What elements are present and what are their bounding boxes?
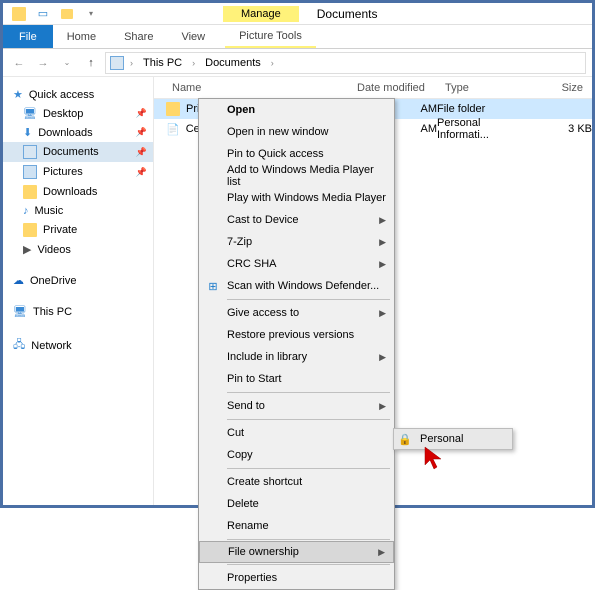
forward-button: → — [33, 53, 53, 73]
sidebar-item-videos[interactable]: ▶Videos — [3, 240, 153, 259]
menu-crc-sha[interactable]: CRC SHA▶ — [199, 253, 394, 275]
sidebar-item-documents[interactable]: Documents📌 — [3, 142, 153, 162]
download-icon: ⬇ — [23, 126, 32, 139]
menu-7zip[interactable]: 7-Zip▶ — [199, 231, 394, 253]
pin-icon: 📌 — [136, 147, 147, 158]
pin-icon: 📌 — [136, 108, 147, 119]
location-icon — [110, 56, 124, 70]
menu-create-shortcut[interactable]: Create shortcut — [199, 471, 394, 493]
folder-icon — [166, 102, 180, 116]
music-icon: ♪ — [23, 205, 29, 217]
chevron-right-icon: ▶ — [379, 259, 386, 270]
recent-dropdown[interactable]: ⌄ — [57, 53, 77, 73]
sidebar-network[interactable]: 🖧Network — [3, 333, 153, 358]
star-icon: ★ — [13, 88, 23, 101]
sidebar-item-music[interactable]: ♪Music — [3, 202, 153, 220]
menu-pin-start[interactable]: Pin to Start — [199, 368, 394, 390]
column-type[interactable]: Type — [437, 82, 532, 94]
menu-pin-quick-access[interactable]: Pin to Quick access — [199, 143, 394, 165]
sidebar-this-pc[interactable]: 🖥This PC — [3, 302, 153, 321]
folder-app-icon — [11, 6, 27, 22]
sidebar-item-downloads[interactable]: ⬇Downloads📌 — [3, 123, 153, 142]
properties-qat-icon[interactable]: ▭ — [35, 6, 51, 22]
menu-add-wmp-list[interactable]: Add to Windows Media Player list — [199, 165, 394, 187]
titlebar: ▭ ▾ Manage Documents — [3, 3, 592, 25]
menu-restore-versions[interactable]: Restore previous versions — [199, 324, 394, 346]
menu-file-ownership[interactable]: File ownership▶ — [199, 541, 394, 563]
breadcrumb-root[interactable]: This PC — [139, 57, 186, 69]
menu-play-wmp[interactable]: Play with Windows Media Player — [199, 187, 394, 209]
sidebar-onedrive[interactable]: ☁OneDrive — [3, 271, 153, 290]
tab-view[interactable]: View — [167, 25, 219, 48]
lock-icon: 🔒 — [398, 433, 412, 446]
chevron-right-icon[interactable]: › — [267, 58, 278, 68]
menu-open[interactable]: Open — [199, 99, 394, 121]
menu-include-library[interactable]: Include in library▶ — [199, 346, 394, 368]
menu-give-access[interactable]: Give access to▶ — [199, 302, 394, 324]
tab-file[interactable]: File — [3, 25, 53, 48]
context-menu: Open Open in new window Pin to Quick acc… — [198, 98, 395, 590]
sidebar-item-pictures[interactable]: Pictures📌 — [3, 162, 153, 182]
column-date[interactable]: Date modified — [349, 82, 437, 94]
pictures-icon — [23, 165, 37, 179]
shield-icon: ⊞ — [205, 278, 221, 294]
menu-properties[interactable]: Properties — [199, 567, 394, 589]
documents-icon — [23, 145, 37, 159]
menu-rename[interactable]: Rename — [199, 515, 394, 537]
chevron-right-icon: ▶ — [378, 547, 385, 558]
pin-icon: 📌 — [136, 127, 147, 138]
menu-delete[interactable]: Delete — [199, 493, 394, 515]
chevron-right-icon[interactable]: › — [126, 58, 137, 68]
column-name[interactable]: Name — [154, 82, 349, 94]
folder-icon — [23, 185, 37, 199]
navigation-pane: ★Quick access 🖥Desktop📌 ⬇Downloads📌 Docu… — [3, 77, 154, 505]
pc-icon: 🖥 — [13, 305, 27, 318]
menu-send-to[interactable]: Send to▶ — [199, 395, 394, 417]
sidebar-item-desktop[interactable]: 🖥Desktop📌 — [3, 104, 153, 123]
tab-home[interactable]: Home — [53, 25, 110, 48]
ribbon-tabs: File Home Share View Picture Tools — [3, 25, 592, 49]
menu-copy[interactable]: Copy — [199, 444, 394, 466]
column-headers: Name Date modified Type Size — [154, 77, 592, 99]
chevron-right-icon: ▶ — [379, 308, 386, 319]
submenu-file-ownership: 🔒 Personal — [393, 428, 513, 450]
menu-open-new-window[interactable]: Open in new window — [199, 121, 394, 143]
submenu-personal[interactable]: 🔒 Personal — [393, 428, 513, 450]
chevron-right-icon: ▶ — [379, 215, 386, 226]
breadcrumb[interactable]: › This PC › Documents › — [105, 52, 586, 74]
new-folder-qat-icon[interactable] — [59, 6, 75, 22]
contextual-tab-label: Manage — [223, 6, 299, 22]
column-size[interactable]: Size — [532, 82, 592, 94]
back-button[interactable]: ← — [9, 53, 29, 73]
chevron-right-icon: ▶ — [379, 237, 386, 248]
cloud-icon: ☁ — [13, 274, 24, 287]
breadcrumb-current[interactable]: Documents — [201, 57, 265, 69]
network-icon: 🖧 — [13, 336, 25, 355]
sidebar-item-private[interactable]: Private — [3, 220, 153, 240]
chevron-right-icon: ▶ — [379, 352, 386, 363]
video-icon: ▶ — [23, 243, 31, 256]
tab-picture-tools[interactable]: Picture Tools — [225, 25, 316, 48]
menu-cast-to-device[interactable]: Cast to Device▶ — [199, 209, 394, 231]
address-bar: ← → ⌄ ↑ › This PC › Documents › — [3, 49, 592, 77]
menu-cut[interactable]: Cut — [199, 422, 394, 444]
folder-icon — [23, 223, 37, 237]
tab-share[interactable]: Share — [110, 25, 167, 48]
window-title: Documents — [299, 5, 396, 23]
chevron-right-icon: ▶ — [379, 401, 386, 412]
chevron-right-icon[interactable]: › — [188, 58, 199, 68]
desktop-icon: 🖥 — [23, 107, 37, 120]
pin-icon: 📌 — [136, 167, 147, 178]
sidebar-item-downloads-2[interactable]: Downloads — [3, 182, 153, 202]
certificate-icon: 📄 — [166, 123, 180, 136]
up-button[interactable]: ↑ — [81, 53, 101, 73]
sidebar-quick-access[interactable]: ★Quick access — [3, 85, 153, 104]
qat-dropdown-icon[interactable]: ▾ — [83, 6, 99, 22]
menu-scan-defender[interactable]: ⊞Scan with Windows Defender... — [199, 275, 394, 297]
